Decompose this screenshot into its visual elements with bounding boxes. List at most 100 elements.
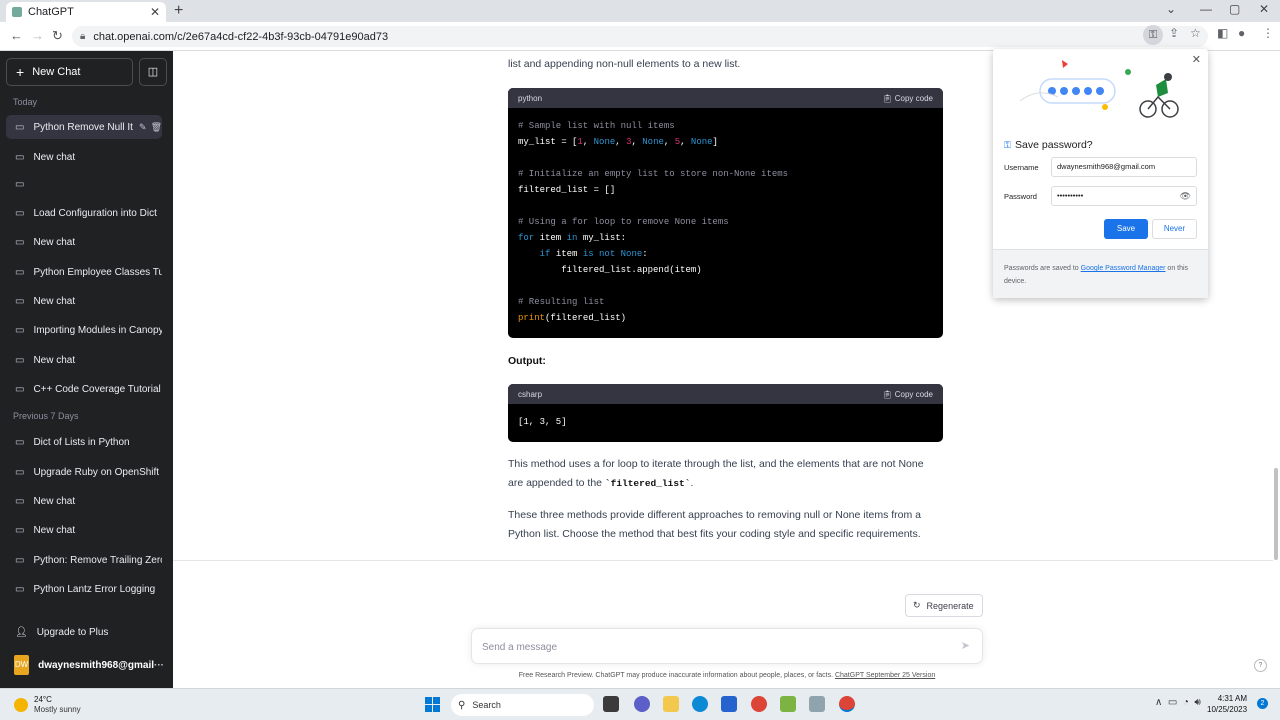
sidebar-chat-item[interactable]: ▭ Python Remove Null It ✎ 🗑︎ xyxy=(6,115,162,139)
code-comment: # Using a for loop to remove None items xyxy=(518,217,729,227)
never-button[interactable]: Never xyxy=(1152,219,1197,239)
chat-bubble-icon: ▭ xyxy=(15,266,25,278)
sidebar-chat-item[interactable]: ▭ Load Configuration into Dict xyxy=(6,201,162,225)
app-icon[interactable] xyxy=(809,696,825,712)
bookmark-star-icon[interactable]: ☆ xyxy=(1190,26,1201,40)
password-manager-note: Passwords are saved to Google Password M… xyxy=(993,249,1208,298)
code-text: my_list: xyxy=(577,233,627,243)
sidebar-chat-item[interactable]: ▭ xyxy=(6,172,162,196)
help-icon[interactable]: ? xyxy=(1254,659,1267,672)
inline-code: `filtered_list` xyxy=(604,478,691,489)
system-tray-icons[interactable]: ∧ ▭ ◔ 🔊︎ xyxy=(1155,697,1201,708)
windows-start-icon[interactable] xyxy=(425,697,440,712)
sidebar-chat-item[interactable]: ▭ New chat xyxy=(6,289,162,313)
share-icon[interactable]: ⇪ xyxy=(1169,26,1179,40)
task-view-icon[interactable] xyxy=(603,696,619,712)
browser-tab[interactable]: ChatGPT ✕ xyxy=(6,2,166,22)
chat-item-label: New chat xyxy=(33,524,76,536)
code-keyword: None xyxy=(642,137,664,147)
upgrade-to-plus-button[interactable]: 👤︎ Upgrade to Plus xyxy=(6,621,162,643)
sidebar-chat-item[interactable]: ▭ New chat xyxy=(6,348,162,372)
profile-icon[interactable]: ● xyxy=(1238,26,1245,40)
sidebar-chat-item[interactable]: ▭ C++ Code Coverage Tutorial xyxy=(6,377,162,401)
copy-code-button[interactable]: 📋︎ Copy code xyxy=(882,390,933,399)
chat-item-label: Importing Modules in Canopy xyxy=(33,324,162,336)
send-icon[interactable]: ➤ xyxy=(961,639,970,652)
code-keyword: in xyxy=(566,233,578,243)
password-value: •••••••••• xyxy=(1057,191,1084,200)
notification-badge[interactable]: 2 xyxy=(1257,698,1268,709)
chrome-active-icon[interactable] xyxy=(839,696,855,712)
new-tab-button[interactable]: + xyxy=(174,2,183,20)
side-panel-icon[interactable]: ◧ xyxy=(1217,26,1228,40)
sidebar-chat-item[interactable]: ▭ New chat xyxy=(6,145,162,169)
sidebar-chat-item[interactable]: ▭ Importing Modules in Canopy xyxy=(6,318,162,342)
address-bar[interactable]: 🔒︎ chat.openai.com/c/2e67a4cd-cf22-4b3f-… xyxy=(72,26,1208,47)
sidebar-chat-item[interactable]: ▭ Python Lantz Error Logging xyxy=(6,577,162,601)
password-key-icon[interactable]: ⚿ xyxy=(1143,25,1163,45)
clipboard-icon: 📋︎ xyxy=(882,93,895,103)
edit-pencil-icon[interactable]: ✎ xyxy=(139,122,147,133)
popup-close-icon[interactable]: ✕ xyxy=(1192,53,1201,66)
sidebar-chat-item[interactable]: ▭ Python: Remove Trailing Zero xyxy=(6,548,162,572)
sidebar-chat-item[interactable]: ▭ Dict of Lists in Python xyxy=(6,430,162,454)
tab-search-chevron-icon[interactable]: ⌄ xyxy=(1166,2,1176,16)
paragraph-text: . xyxy=(690,477,694,489)
windows-taskbar: 24°C Mostly sunny ⚲ Search ∧ ▭ ◔ 🔊︎ 4:31… xyxy=(0,688,1280,720)
avatar: DW xyxy=(14,655,30,675)
browser-toolbar: ← → ↻ 🔒︎ chat.openai.com/c/2e67a4cd-cf22… xyxy=(0,22,1280,51)
edge-icon[interactable] xyxy=(692,696,708,712)
store-icon[interactable] xyxy=(721,696,737,712)
chat-bubble-icon: ▭ xyxy=(15,583,25,595)
user-account-row[interactable]: DW dwaynesmith968@gmail ··· xyxy=(6,654,168,676)
taskbar-search[interactable]: ⚲ Search xyxy=(451,694,594,716)
version-link[interactable]: ChatGPT September 25 Version xyxy=(835,672,935,679)
sidebar-chat-item[interactable]: ▭ New chat xyxy=(6,230,162,254)
tab-close-icon[interactable]: ✕ xyxy=(150,5,160,19)
back-icon[interactable]: ← xyxy=(10,28,23,43)
clock[interactable]: 4:31 AM 10/25/2023 xyxy=(1207,693,1247,715)
chat-item-label: New chat xyxy=(33,495,76,507)
chat-bubble-icon: ▭ xyxy=(15,151,25,163)
username-label: Username xyxy=(1004,163,1039,172)
browser-menu-icon[interactable]: ⋮ xyxy=(1262,26,1274,40)
lock-icon[interactable]: 🔒︎ xyxy=(80,31,85,42)
more-options-icon[interactable]: ··· xyxy=(154,660,164,671)
teams-chat-icon[interactable] xyxy=(634,696,650,712)
code-number: 5 xyxy=(674,137,681,147)
username-field[interactable]: dwaynesmith968@gmail.com xyxy=(1051,157,1197,177)
show-password-eye-icon[interactable]: 👁︎ xyxy=(1180,187,1191,205)
browser-tab-bar: ChatGPT ✕ + ⌄ — ▢ ✕ xyxy=(0,0,1280,22)
code-comment: # Sample list with null items xyxy=(518,121,675,131)
new-chat-button[interactable]: + New Chat xyxy=(6,58,133,86)
copy-code-button[interactable]: 📋︎ Copy code xyxy=(882,94,933,103)
password-manager-link[interactable]: Google Password Manager xyxy=(1081,265,1166,272)
weather-widget[interactable]: 24°C Mostly sunny xyxy=(14,695,81,715)
code-block-header: python 📋︎ Copy code xyxy=(508,88,943,108)
message-input[interactable] xyxy=(482,638,942,656)
chat-item-label: Python: Remove Trailing Zero xyxy=(33,554,162,566)
chrome-icon[interactable] xyxy=(751,696,767,712)
minimize-icon[interactable]: — xyxy=(1200,2,1212,16)
file-explorer-icon[interactable] xyxy=(663,696,679,712)
sidebar-chat-item[interactable]: ▭ Python Employee Classes Tu xyxy=(6,260,162,284)
password-field[interactable]: •••••••••• 👁︎ xyxy=(1051,186,1197,206)
save-password-button[interactable]: Save xyxy=(1104,219,1148,239)
forward-icon[interactable]: → xyxy=(31,28,44,43)
chat-bubble-icon: ▭ xyxy=(15,236,25,248)
scrollbar[interactable] xyxy=(1274,468,1278,560)
chat-bubble-icon: ▭ xyxy=(15,207,25,219)
delete-trash-icon[interactable]: 🗑︎ xyxy=(151,122,162,133)
sidebar-chat-item[interactable]: ▭ New chat xyxy=(6,489,162,513)
notepad-plus-icon[interactable] xyxy=(780,696,796,712)
sidebar-chat-item[interactable]: ▭ New chat xyxy=(6,518,162,542)
sidebar-chat-item[interactable]: ▭ Upgrade Ruby on OpenShift xyxy=(6,460,162,484)
code-function: print xyxy=(518,313,546,323)
regenerate-button[interactable]: ↻ Regenerate xyxy=(905,594,983,617)
reload-icon[interactable]: ↻ xyxy=(52,28,63,44)
maximize-icon[interactable]: ▢ xyxy=(1229,2,1240,16)
chat-item-label: New chat xyxy=(33,151,76,163)
sidebar-toggle-button[interactable]: ◫ xyxy=(139,58,167,86)
window-close-icon[interactable]: ✕ xyxy=(1259,2,1269,16)
code-content: # Sample list with null items my_list = … xyxy=(518,121,789,323)
